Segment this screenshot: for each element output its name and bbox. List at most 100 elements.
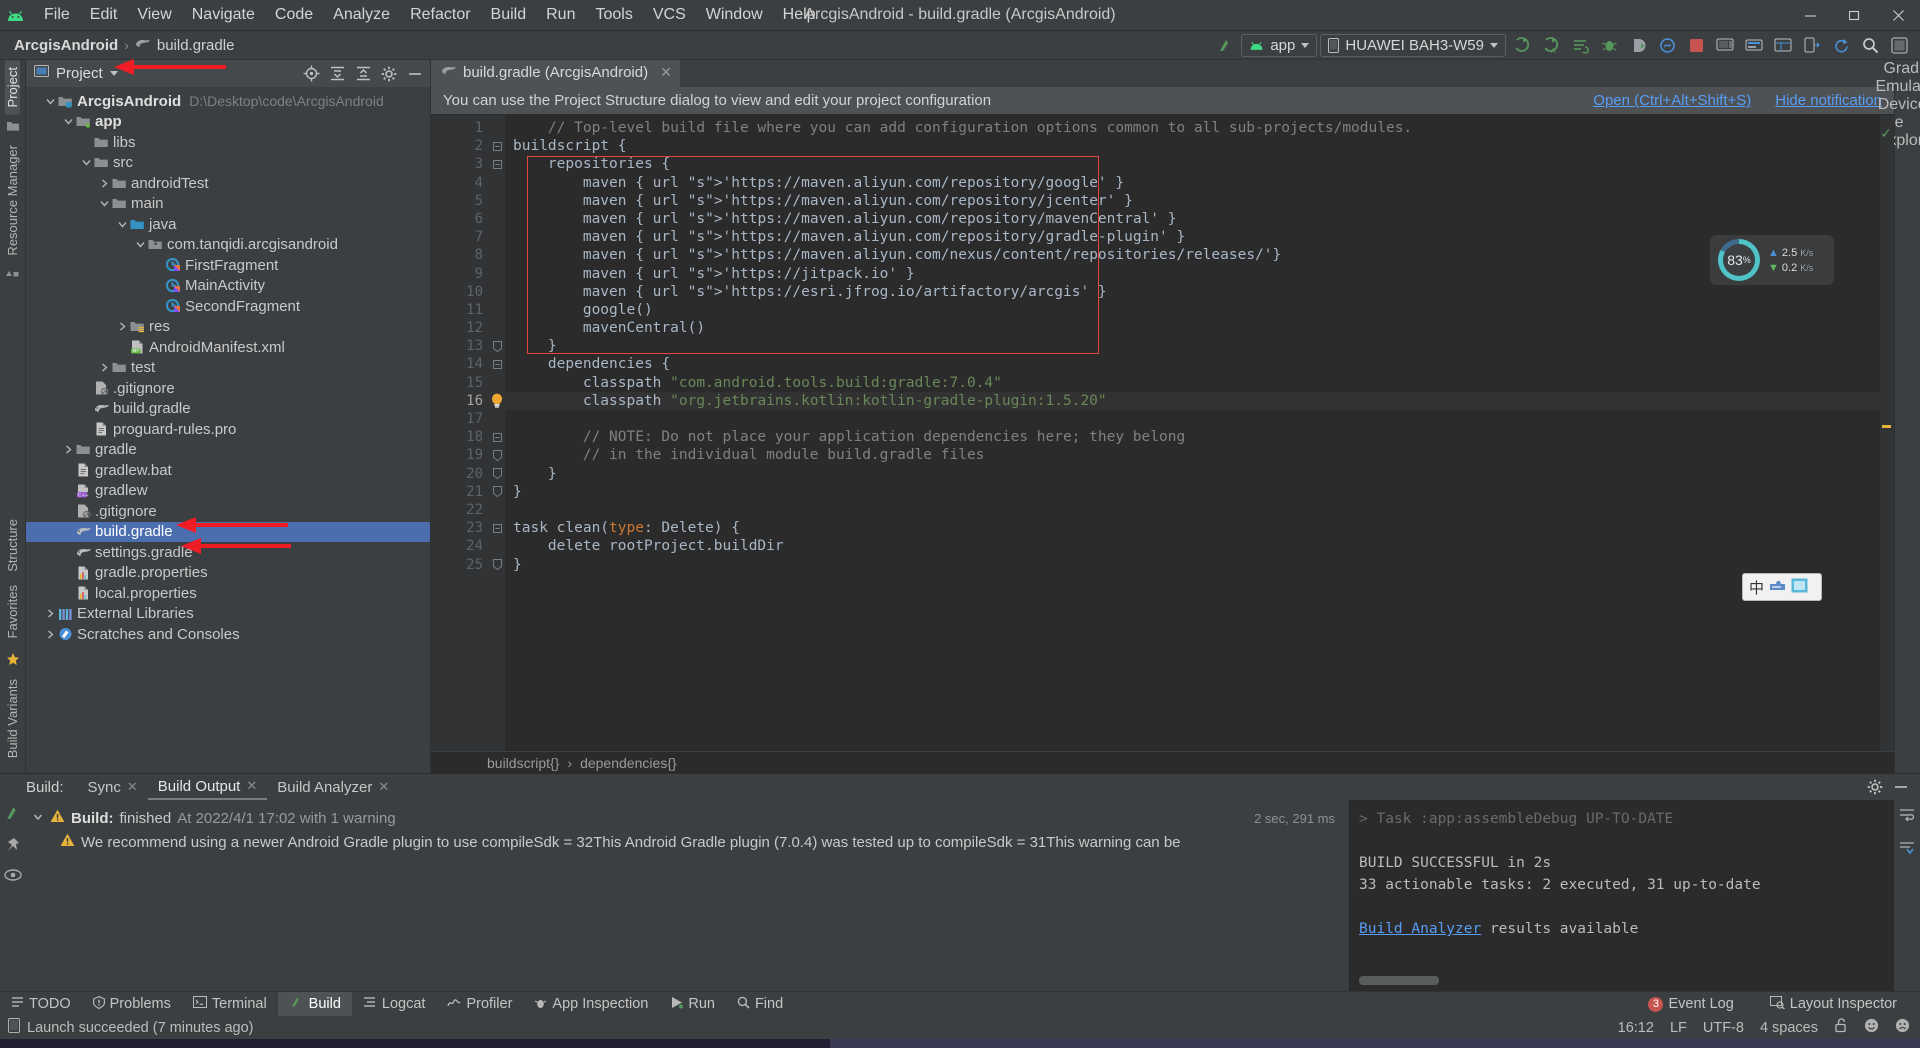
menu-tools[interactable]: Tools [585,2,642,28]
project-panel-actions[interactable] [300,63,426,85]
rail-item-favorites[interactable]: Favorites [5,578,20,645]
collapse-all-icon[interactable] [326,63,348,85]
tree-row-test[interactable]: test [26,358,430,379]
tree-row-local-properties[interactable]: local.properties [26,583,430,604]
ime-panel-icon[interactable] [1791,578,1808,597]
tool-window-bar-right[interactable]: 3 Event Log Layout Inspector [1637,992,1920,1017]
menu-edit[interactable]: Edit [80,2,128,28]
tree-row-mainactivity[interactable]: MainActivity [26,276,430,297]
code-line[interactable]: buildscript { [505,137,1880,155]
close-icon[interactable]: ✕ [246,778,257,794]
inspection-stripe[interactable]: ✓ [1880,115,1894,751]
breadcrumb-project[interactable]: ArcgisAndroid [14,37,118,54]
close-icon[interactable]: ✕ [127,779,138,795]
build-panel-header[interactable]: Build: Sync ✕ Build Output ✕ Build Analy… [0,774,1920,800]
tree-row-proguard-rules-pro[interactable]: proguard-rules.pro [26,419,430,440]
build-console-rail[interactable] [1894,800,1920,991]
chevron-down-icon[interactable] [32,810,44,827]
settings-icon[interactable] [1886,33,1912,57]
pin-icon[interactable] [5,837,21,858]
code-line[interactable]: maven { url "s">'https://jitpack.io' } [505,265,1880,283]
rail-item-build-variants[interactable]: Build Variants [5,672,20,765]
build-tab-build-analyzer[interactable]: Build Analyzer ✕ [267,774,399,800]
tree-row-androidtest[interactable]: androidTest [26,173,430,194]
gear-icon[interactable] [1864,776,1886,798]
code-line[interactable]: } [505,483,1880,501]
status-line-ending[interactable]: LF [1670,1020,1687,1036]
code-line[interactable]: // in the individual module build.gradle… [505,446,1880,464]
breadcrumb-buildscript[interactable]: buildscript{} [487,755,559,771]
menu-view[interactable]: View [127,2,181,28]
editor-tab-build-gradle[interactable]: build.gradle (ArcgisAndroid) ✕ [431,60,680,87]
chevron-right-icon[interactable] [116,321,129,332]
code-line[interactable]: } [505,337,1880,355]
build-tab-sync[interactable]: Sync ✕ [78,774,148,800]
menu-file[interactable]: File [34,2,80,28]
menu-analyze[interactable]: Analyze [323,2,400,28]
profiler-icon[interactable] [1654,33,1680,57]
build-output-row-summary[interactable]: Build: finished At 2022/4/1 17:02 with 1… [26,806,1349,830]
code-line[interactable]: // NOTE: Do not place your application d… [505,428,1880,446]
chevron-right-icon[interactable] [98,362,111,373]
sync-gradle-icon[interactable] [1828,33,1854,57]
fold-marker-open[interactable] [489,519,505,537]
tree-row-build-gradle[interactable]: build.gradle [26,399,430,420]
locate-icon[interactable] [300,63,322,85]
build-panel-actions[interactable] [1864,776,1920,798]
tool-window-build[interactable]: Build [277,991,352,1017]
code-line[interactable]: maven { url "s">'https://maven.aliyun.co… [505,174,1880,192]
code-line[interactable]: maven { url "s">'https://maven.aliyun.co… [505,192,1880,210]
build-panel-rail[interactable] [0,800,26,991]
chevron-down-icon[interactable] [134,239,147,250]
tree-row-com-tanqidi-arcgisandroid[interactable]: com.tanqidi.arcgisandroid [26,235,430,256]
tree-row-external-libraries[interactable]: External Libraries [26,604,430,625]
status-encoding[interactable]: UTF-8 [1703,1020,1744,1036]
unlocked-icon[interactable] [1834,1018,1848,1037]
window-controls[interactable] [1788,0,1920,30]
tree-row-scratches-and-consoles[interactable]: Scratches and Consoles [26,624,430,645]
tree-row-settings-gradle[interactable]: settings.gradle [26,542,430,563]
run-configuration-selector[interactable]: app [1241,33,1318,57]
code-line[interactable]: maven { url "s">'https://esri.jfrog.io/a… [505,283,1880,301]
scroll-to-end-icon[interactable] [1899,841,1915,860]
tree-row-build-gradle[interactable]: build.gradle [26,521,430,542]
eye-icon[interactable] [4,868,22,887]
tree-row-libs[interactable]: libs [26,132,430,153]
status-right[interactable]: 16:12 LF UTF-8 4 spaces [1618,1018,1920,1037]
tool-window-terminal[interactable]: Terminal [182,992,278,1017]
tree-row-app[interactable]: app [26,112,430,133]
code-line[interactable]: delete rootProject.buildDir [505,537,1880,555]
ime-language-label[interactable]: 中 [1749,577,1764,598]
code-line[interactable]: maven { url "s">'https://maven.aliyun.co… [505,246,1880,264]
chevron-down-icon[interactable] [62,116,75,127]
tool-window-layout-inspector[interactable]: Layout Inspector [1759,992,1908,1017]
search-everywhere-icon[interactable] [1857,33,1883,57]
code-folding-column[interactable] [489,115,505,751]
hide-notification-link[interactable]: Hide notification [1775,92,1882,109]
tree-row-java[interactable]: java [26,214,430,235]
line-number-gutter[interactable]: 1 2 3 4 5 6 7 8 9 10 11 12 13 14 15 16 17 18 19 20 21 22 23 24 2… [431,115,502,751]
code-line[interactable] [505,501,1880,519]
ime-status-widget[interactable]: 中 [1742,573,1822,601]
tree-row-gitignore[interactable]: .gitignore [26,501,430,522]
chevron-down-icon[interactable] [98,198,111,209]
breadcrumb-dependencies[interactable]: dependencies{} [580,755,677,771]
tree-row-secondfragment[interactable]: SecondFragment [26,296,430,317]
run-with-coverage-icon[interactable]: A [1538,33,1564,57]
tool-window-profiler[interactable]: Profiler [436,992,523,1017]
code-line[interactable]: task clean(type: Delete) { [505,519,1880,537]
avd-manager-icon[interactable] [1712,33,1738,57]
sad-face-icon[interactable] [1895,1018,1910,1037]
editor-breadcrumb-bar[interactable]: buildscript{} › dependencies{} [431,751,1894,773]
rail-item-resource-manager[interactable]: Resource Manager [5,138,20,263]
code-line[interactable]: mavenCentral() [505,319,1880,337]
fold-marker-open[interactable] [489,428,505,446]
expand-all-icon[interactable] [352,63,374,85]
fold-marker-close[interactable] [489,446,505,464]
build-output-row-warning[interactable]: We recommend using a newer Android Gradl… [26,830,1349,854]
fold-marker-close[interactable] [489,556,505,574]
build-analyzer-link[interactable]: Build Analyzer [1359,921,1481,937]
menu-bar[interactable]: File Edit View Navigate Code Analyze Ref… [34,2,826,28]
console-horizontal-scrollbar[interactable] [1359,976,1439,985]
menu-run[interactable]: Run [536,2,585,28]
